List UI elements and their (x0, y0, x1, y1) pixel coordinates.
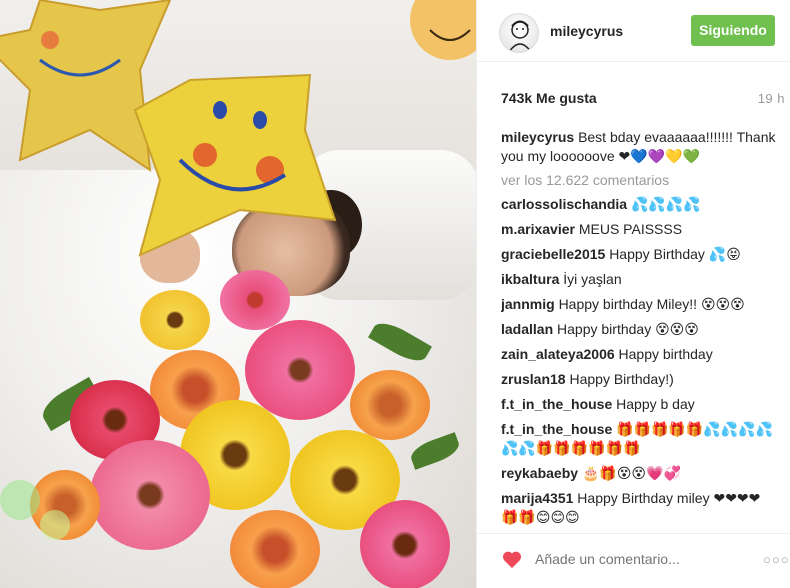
comment: ladallan Happy birthday 😵😵😵 (501, 320, 777, 339)
flower-bouquet (30, 270, 463, 588)
comment-username[interactable]: f.t_in_the_house (501, 396, 612, 412)
comment-username[interactable]: zain_alateya2006 (501, 346, 615, 362)
comment-username[interactable]: reykabaeby (501, 465, 578, 481)
comment: ikbaltura İyi yaşlan (501, 270, 777, 289)
bokeh-light (0, 480, 40, 520)
comment-username[interactable]: ladallan (501, 321, 553, 337)
comment-username[interactable]: carlossolischandia (501, 196, 627, 212)
comment-text: 🎂🎁😵😵💗💞 (581, 465, 681, 481)
comment-text: Happy birthday Miley!! 😵😵😵 (558, 296, 745, 312)
comments-list: mileycyrus Best bday evaaaaaa!!!!!!! Tha… (501, 128, 777, 533)
comment-username[interactable]: f.t_in_the_house (501, 421, 612, 437)
comment-username[interactable]: marija4351 (501, 490, 573, 506)
likes-count[interactable]: 743k Me gusta (501, 90, 597, 106)
comment: f.t_in_the_house 🎁🎁🎁🎁🎁💦💦💦💦💦💦🎁🎁🎁🎁🎁🎁 (501, 420, 777, 458)
bokeh-light (40, 510, 70, 540)
comment-username[interactable]: zruslan18 (501, 371, 566, 387)
heart-icon[interactable] (501, 549, 523, 569)
comment-text: İyi yaşlan (563, 271, 622, 287)
comment-text: 💦💦💦💦 (630, 196, 701, 212)
comment-text: Happy Birthday!) (569, 371, 674, 387)
comment: jannmig Happy birthday Miley!! 😵😵😵 (501, 295, 777, 314)
comment-text: Happy birthday 😵😵😵 (557, 321, 699, 337)
smiley-balloon-top-right (410, 0, 476, 60)
post-username[interactable]: mileycyrus (550, 23, 623, 39)
comment: zain_alateya2006 Happy birthday (501, 345, 777, 364)
comment: carlossolischandia 💦💦💦💦 (501, 195, 777, 214)
likes-row: 743k Me gusta 19 h (501, 90, 784, 108)
post-caption: mileycyrus Best bday evaaaaaa!!!!!!! Tha… (501, 128, 777, 166)
comment-username[interactable]: jannmig (501, 296, 555, 312)
following-button[interactable]: Siguiendo (691, 15, 775, 46)
avatar[interactable] (499, 13, 539, 53)
comment: graciebelle2015 Happy Birthday 💦😝 (501, 245, 777, 264)
comment: m.arixavier MEUS PAISSSS (501, 220, 777, 239)
comment-username[interactable]: ikbaltura (501, 271, 559, 287)
comment: zruslan18 Happy Birthday!) (501, 370, 777, 389)
post-header: mileycyrus Siguiendo (477, 0, 790, 62)
post-photo[interactable] (0, 0, 476, 588)
comment-text: Happy b day (616, 396, 695, 412)
comment-username[interactable]: m.arixavier (501, 221, 575, 237)
post-details-panel: mileycyrus Siguiendo 743k Me gusta 19 h … (476, 0, 790, 588)
caption-username[interactable]: mileycyrus (501, 129, 574, 145)
comment: reykabaeby 🎂🎁😵😵💗💞 (501, 464, 777, 483)
post-footer: ○○○ (477, 533, 790, 588)
comment: f.t_in_the_house Happy b day (501, 395, 777, 414)
more-options-icon[interactable]: ○○○ (763, 552, 790, 567)
star-balloon-center (133, 73, 337, 257)
comment-username[interactable]: graciebelle2015 (501, 246, 605, 262)
post-timestamp[interactable]: 19 h (758, 91, 785, 106)
comment: marija4351 Happy Birthday miley ❤❤❤❤🎁🎁😊😊… (501, 489, 777, 527)
comment-text: Happy Birthday 💦😝 (609, 246, 741, 262)
comment-text: Happy birthday (618, 346, 713, 362)
add-comment-input[interactable] (535, 551, 735, 567)
comment-text: MEUS PAISSSS (578, 221, 683, 237)
view-all-comments-link[interactable]: ver los 12.622 comentarios (501, 172, 777, 188)
